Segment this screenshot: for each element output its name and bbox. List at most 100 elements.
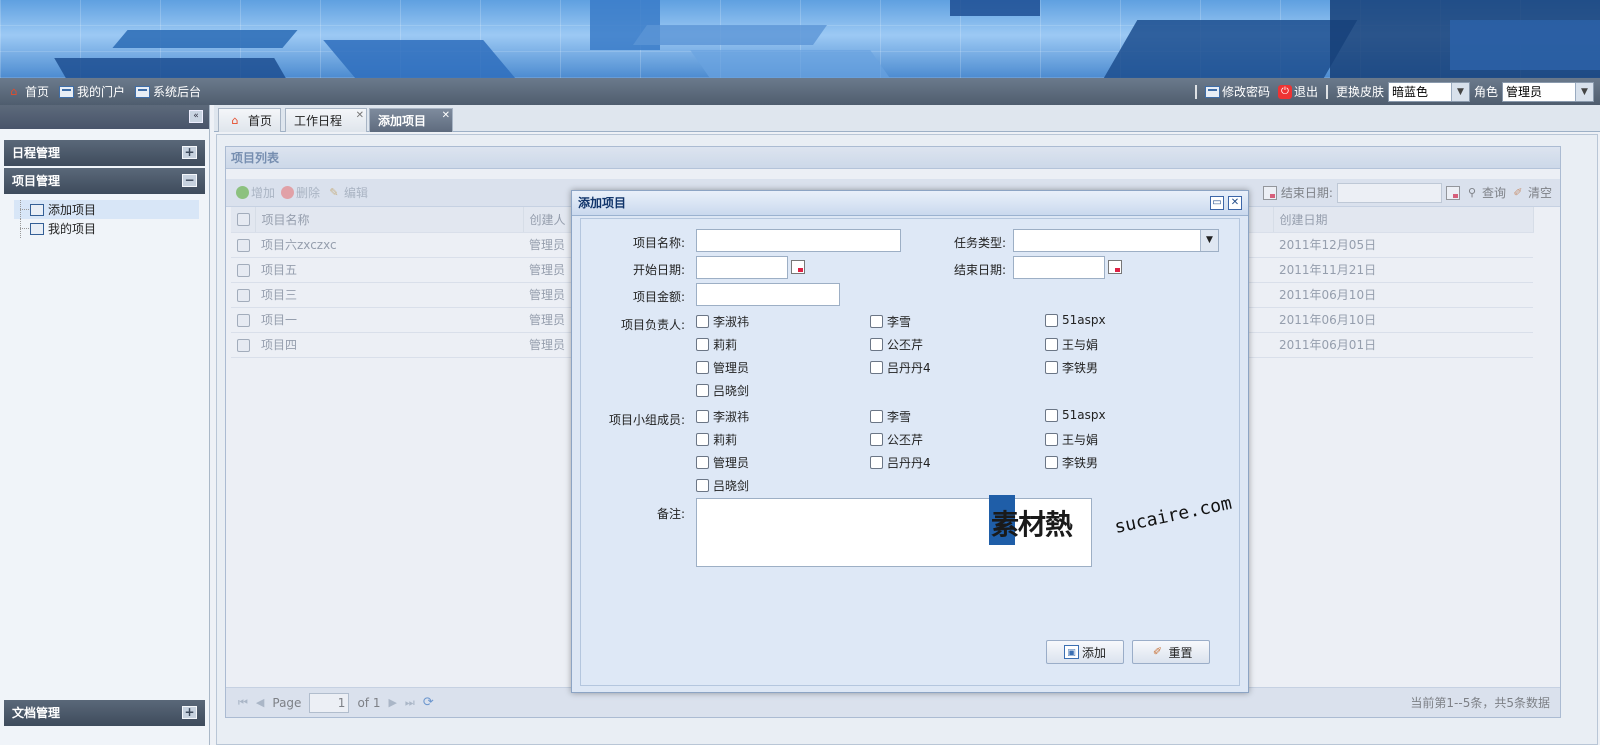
collapse-left-icon[interactable]: « [189, 110, 203, 123]
tab-home[interactable]: ⌂ 首页 [218, 108, 281, 132]
chevron-down-icon[interactable]: ▼ [1200, 230, 1218, 251]
member-option[interactable]: 莉莉 [696, 431, 737, 448]
tab-label: 工作日程 [294, 114, 343, 128]
leader-option[interactable]: 王与娟 [1045, 336, 1098, 353]
leader-option[interactable]: 李淑祎 [696, 313, 749, 330]
member-option[interactable]: 公丕芹 [870, 431, 923, 448]
checkbox[interactable] [696, 384, 709, 397]
leader-option[interactable]: 管理员 [696, 359, 749, 376]
reset-button[interactable]: ✐ 重置 [1132, 640, 1210, 664]
checkbox[interactable] [696, 361, 709, 374]
leader-option[interactable]: 李雪 [870, 313, 911, 330]
checkbox[interactable] [696, 433, 709, 446]
leader-option[interactable]: 莉莉 [696, 336, 737, 353]
sidebar-item-my-projects[interactable]: 我的项目 [14, 219, 199, 238]
option-label: 王与娟 [1062, 338, 1099, 352]
checkbox[interactable] [696, 338, 709, 351]
close-icon[interactable]: ✕ [1228, 196, 1242, 210]
skin-select[interactable]: 暗蓝色 ▼ [1387, 81, 1470, 102]
close-icon[interactable]: ✕ [442, 110, 450, 121]
dialog-title: 添加项目 [578, 196, 627, 210]
member-option[interactable]: 吕晓剑 [696, 477, 749, 494]
option-label: 管理员 [713, 361, 750, 375]
role-label: 角色 [1473, 85, 1498, 99]
start-date-input[interactable] [696, 256, 788, 279]
checkbox[interactable] [1045, 456, 1058, 469]
tab-work-schedule[interactable]: 工作日程 ✕ [285, 108, 367, 132]
sidebar-section-title: 项目管理 [12, 174, 61, 188]
sidebar-section-project[interactable]: 项目管理 − [4, 168, 205, 194]
chevron-down-icon[interactable]: ▼ [1450, 82, 1469, 101]
option-label: 李雪 [887, 315, 912, 329]
checkbox[interactable] [696, 479, 709, 492]
end-date-input[interactable] [1013, 256, 1105, 279]
page-icon [30, 222, 44, 235]
change-password-link[interactable]: 修改密码 [1204, 83, 1270, 100]
option-label: 王与娟 [1062, 433, 1099, 447]
dialog-header: 添加项目 ▭ ✕ [572, 191, 1248, 216]
nav-my-portal[interactable]: 我的门户 [59, 83, 125, 100]
member-option[interactable]: 管理员 [696, 454, 749, 471]
project-amount-input[interactable] [696, 283, 840, 306]
checkbox[interactable] [870, 410, 883, 423]
add-button-label: 添加 [1081, 645, 1106, 660]
project-members-label: 项目小组成员: [608, 413, 685, 427]
checkbox[interactable] [1045, 361, 1058, 374]
checkbox[interactable] [1045, 433, 1058, 446]
nav-system-admin[interactable]: 系统后台 [135, 83, 201, 100]
member-option[interactable]: 李淑祎 [696, 408, 749, 425]
close-icon[interactable]: ✕ [356, 110, 364, 121]
checkbox[interactable] [1045, 313, 1058, 327]
project-name-input[interactable] [696, 229, 901, 252]
role-select[interactable]: 管理员 ▼ [1502, 81, 1594, 102]
option-label: 管理员 [713, 456, 750, 470]
option-label: 李淑祎 [713, 315, 750, 329]
nav-home[interactable]: ⌂ 首页 [6, 83, 50, 100]
tab-add-project[interactable]: 添加项目 ✕ [369, 108, 453, 132]
sidebar-section-document[interactable]: 文档管理 + [4, 700, 205, 726]
checkbox[interactable] [870, 315, 883, 328]
member-option[interactable]: 李铁男 [1045, 454, 1098, 471]
portal-icon [135, 85, 151, 98]
leader-option[interactable]: 吕晓剑 [696, 382, 749, 399]
leader-option[interactable]: 公丕芹 [870, 336, 923, 353]
option-label: 公丕芹 [887, 433, 924, 447]
checkbox[interactable] [870, 433, 883, 446]
checkbox[interactable] [870, 456, 883, 469]
calendar-icon[interactable] [791, 260, 805, 274]
task-type-select[interactable]: ▼ [1013, 229, 1219, 252]
checkbox[interactable] [696, 410, 709, 423]
checkbox[interactable] [696, 315, 709, 328]
member-option[interactable]: 李雪 [870, 408, 911, 425]
maximize-icon[interactable]: ▭ [1210, 196, 1224, 210]
leader-option[interactable]: 吕丹丹4 [870, 359, 931, 376]
home-icon: ⌂ [10, 84, 18, 98]
expand-icon[interactable]: + [182, 146, 197, 159]
home-icon: ⌂ [231, 113, 239, 127]
broom-icon: ✐ [1152, 645, 1163, 658]
checkbox[interactable] [696, 456, 709, 469]
divider [1194, 84, 1197, 99]
checkbox[interactable] [1045, 408, 1058, 422]
leader-option[interactable]: 李铁男 [1045, 359, 1098, 376]
tab-label: 添加项目 [378, 114, 427, 128]
member-option[interactable]: 王与娟 [1045, 431, 1098, 448]
member-option[interactable]: 51aspx [1045, 408, 1106, 422]
expand-icon[interactable]: + [182, 706, 197, 719]
logout-link[interactable]: ⏻ 退出 [1277, 83, 1318, 100]
chevron-down-icon[interactable]: ▼ [1575, 82, 1593, 101]
sidebar-section-schedule[interactable]: 日程管理 + [4, 140, 205, 166]
collapse-icon[interactable]: − [182, 174, 197, 187]
sidebar-item-label: 我的项目 [48, 222, 97, 236]
sidebar-item-add-project[interactable]: 添加项目 [14, 200, 199, 219]
checkbox[interactable] [870, 338, 883, 351]
leader-option[interactable]: 51aspx [1045, 313, 1106, 327]
checkbox[interactable] [1045, 338, 1058, 351]
member-option[interactable]: 吕丹丹4 [870, 454, 931, 471]
checkbox[interactable] [870, 361, 883, 374]
sidebar-tree: 添加项目 我的项目 [14, 200, 199, 238]
end-date-label: 结束日期: [953, 263, 1006, 277]
calendar-icon[interactable] [1108, 260, 1122, 274]
option-label: 吕丹丹4 [887, 361, 931, 375]
add-button[interactable]: ▣ 添加 [1046, 640, 1124, 664]
